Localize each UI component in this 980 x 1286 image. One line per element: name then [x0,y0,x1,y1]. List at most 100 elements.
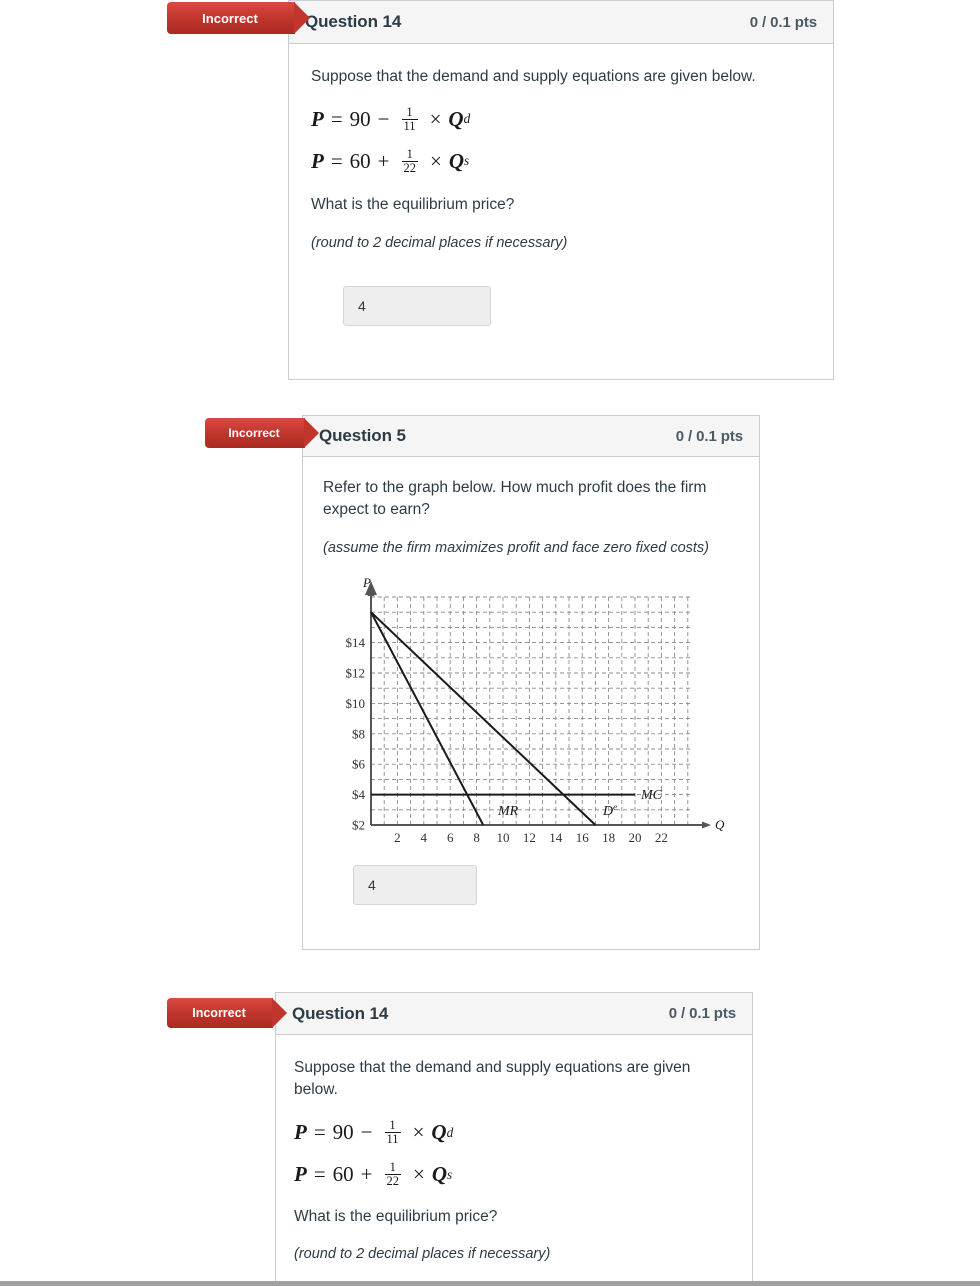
equation-quantity-superscript: d [446,1124,454,1140]
equation-constant: 90 [349,106,371,131]
equation-fraction: 1 11 [384,1118,401,1147]
x-axis-arrow-icon [702,821,711,829]
svg-text:6: 6 [447,830,454,845]
svg-text:$8: $8 [352,726,365,741]
profit-graph-svg: P Q $2 $4 $6 $8 $10 $12 $14 2 4 6 8 10 1… [346,575,726,845]
equation-lhs: P [294,1162,307,1187]
equation-equals: = [313,1120,326,1145]
y-tick-labels: $2 $4 $6 $8 $10 $12 $14 [346,635,366,832]
question-prompt: Refer to the graph below. How much profi… [323,479,707,519]
svg-text:4: 4 [421,830,428,845]
equation-quantity-var: Q [431,1120,447,1145]
fraction-denominator: 11 [401,118,418,133]
equation-demand: P = 90 − 1 11 × Qd [294,1118,732,1148]
question-body-3: Suppose that the demand and supply equat… [275,1035,753,1286]
x-tick-labels: 2 4 6 8 10 12 14 16 18 20 22 [394,830,668,845]
question-header-2: Question 5 0 / 0.1 pts [302,415,760,457]
svg-text:16: 16 [576,830,590,845]
equation-quantity-superscript: d [463,111,471,127]
equation-lhs: P [294,1120,307,1145]
equation-times: × [429,106,442,131]
svg-text:$14: $14 [346,635,366,650]
fraction-numerator: 1 [406,146,413,161]
equation-constant: 60 [349,148,371,173]
question-note: (assume the firm maximizes profit and fa… [323,539,709,556]
fraction-numerator: 1 [389,1160,396,1175]
status-badge-label: Incorrect [192,1006,246,1020]
question-card-1: Question 14 0 / 0.1 pts Suppose that the… [288,0,834,380]
answer-input[interactable]: 4 [353,864,477,905]
equation-operator: − [377,106,390,131]
equation-operator: + [377,148,390,173]
answer-value: 4 [368,876,376,893]
status-badge-label: Incorrect [202,10,258,26]
viewport-bottom-edge [0,1281,980,1286]
status-badge-incorrect-3: Incorrect [167,998,287,1028]
equation-constant: 90 [332,1120,354,1145]
answer-input[interactable]: 4 [343,285,491,326]
demand-curve-label: De [602,802,617,819]
equation-demand: P = 90 − 1 11 × Qd [311,104,809,134]
equation-constant: 60 [332,1162,354,1187]
equation-supply: P = 60 + 1 22 × Qs [311,146,809,176]
question-body-1: Suppose that the demand and supply equat… [288,44,834,380]
question-text: What is the equilibrium price? [294,1207,498,1225]
equation-quantity-var: Q [431,1162,448,1187]
equation-supply: P = 60 + 1 22 × Qs [294,1160,732,1190]
equation-equals: = [313,1162,326,1187]
equation-fraction: 1 22 [401,146,419,175]
equation-operator: + [360,1162,373,1187]
svg-text:12: 12 [523,830,536,845]
svg-text:20: 20 [629,830,642,845]
equation-lhs: P [311,148,324,173]
fraction-denominator: 22 [384,1174,402,1189]
equation-equals: = [330,106,343,131]
equation-times: × [413,1162,425,1187]
y-axis-label: P [362,575,371,590]
question-points: 0 / 0.1 pts [749,13,817,31]
equation-times: × [412,1120,425,1145]
svg-text:10: 10 [497,830,510,845]
fraction-denominator: 22 [401,160,419,175]
question-points: 0 / 0.1 pts [668,1005,736,1022]
question-note: (round to 2 decimal places if necessary) [311,234,568,251]
profit-graph: P Q $2 $4 $6 $8 $10 $12 $14 2 4 6 8 10 1… [331,575,739,847]
svg-text:8: 8 [473,830,480,845]
equation-equals: = [330,148,343,173]
equation-fraction: 1 22 [384,1160,402,1189]
quiz-results-page: Question 14 0 / 0.1 pts Suppose that the… [0,0,980,1286]
svg-text:$10: $10 [346,696,366,711]
equation-quantity-var: Q [448,148,465,173]
mc-curve-label: MC [640,788,663,803]
svg-text:2: 2 [394,830,401,845]
equation-lhs: P [311,106,324,131]
mr-curve-label: MR [497,804,519,819]
svg-text:$4: $4 [352,787,366,802]
question-text: What is the equilibrium price? [311,196,515,214]
svg-text:14: 14 [549,830,563,845]
question-card-2: Question 5 0 / 0.1 pts Refer to the grap… [302,415,760,950]
svg-text:$6: $6 [352,757,366,772]
equation-operator: − [360,1120,373,1145]
equation-times: × [430,148,442,173]
question-prompt: Suppose that the demand and supply equat… [311,68,756,85]
badge-arrow-icon [272,998,287,1028]
svg-text:$12: $12 [346,665,366,680]
question-header-1: Question 14 0 / 0.1 pts [288,0,834,44]
question-title: Question 14 [305,12,402,31]
question-note: (round to 2 decimal places if necessary) [294,1246,551,1263]
question-title: Question 5 [319,426,406,445]
question-body-2: Refer to the graph below. How much profi… [302,457,760,950]
equation-fraction: 1 11 [401,104,418,133]
question-header-3: Question 14 0 / 0.1 pts [275,992,753,1035]
svg-text:22: 22 [655,830,668,845]
fraction-denominator: 11 [384,1132,401,1147]
fraction-numerator: 1 [389,1118,396,1133]
question-card-3: Question 14 0 / 0.1 pts Suppose that the… [275,992,753,1286]
fraction-numerator: 1 [406,104,413,119]
badge-arrow-icon [304,418,319,448]
question-prompt: Suppose that the demand and supply equat… [294,1059,691,1099]
equation-quantity-superscript: s [447,1166,453,1182]
svg-text:18: 18 [602,830,615,845]
question-title: Question 14 [292,1003,389,1023]
